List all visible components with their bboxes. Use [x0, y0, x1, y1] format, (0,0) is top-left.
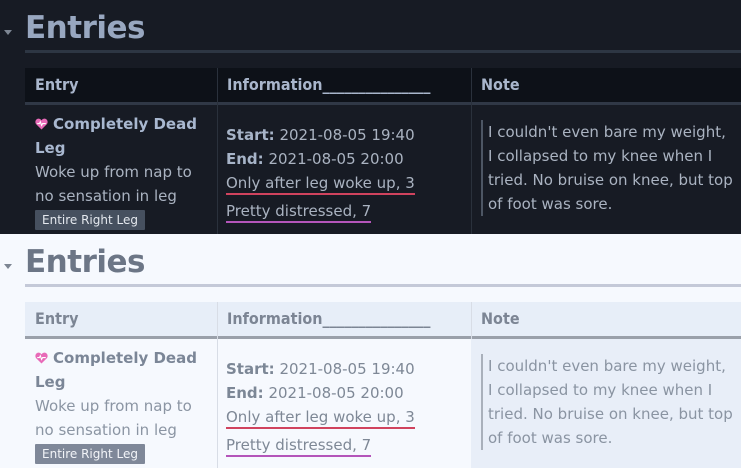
heart-icon [35, 118, 48, 130]
table-row: Completely Dead Leg Woke up from nap to … [25, 339, 741, 468]
start-label: Start: [226, 360, 275, 378]
start-line: Start: 2021-08-05 19:40 [226, 123, 471, 147]
entry-cell: Completely Dead Leg Woke up from nap to … [25, 105, 217, 234]
end-label: End: [226, 384, 264, 402]
entry-cell: Completely Dead Leg Woke up from nap to … [25, 339, 217, 468]
end-value: 2021-08-05 20:00 [268, 384, 404, 402]
table-header: Entry Information_______________ Note [25, 68, 741, 102]
end-value: 2021-08-05 20:00 [268, 150, 404, 168]
distress-link[interactable]: Pretty distressed, 7 [226, 201, 372, 223]
severity-link[interactable]: Only after leg woke up, 3 [226, 407, 415, 429]
column-header-note: Note [481, 75, 520, 94]
note-text: I couldn't even bare my weight, I collap… [481, 120, 733, 216]
entries-table: Entry Information_______________ Note Co… [25, 302, 741, 468]
column-header-information: Information_______________ [227, 75, 431, 94]
location-tag[interactable]: Entire Right Leg [35, 210, 145, 230]
dark-theme-panel: Entries Entry Information_______________… [0, 0, 741, 234]
end-label: End: [226, 150, 264, 168]
column-header-entry: Entry [35, 309, 79, 328]
entry-title-text: Completely Dead Leg [35, 349, 197, 391]
column-header-information: Information_______________ [227, 309, 431, 328]
note-cell: I couldn't even bare my weight, I collap… [471, 339, 741, 468]
note-text: I couldn't even bare my weight, I collap… [481, 354, 733, 450]
heading-divider [25, 284, 741, 287]
collapse-arrow-icon[interactable] [4, 30, 12, 35]
severity-link[interactable]: Only after leg woke up, 3 [226, 173, 415, 195]
entries-heading-row: Entries [0, 0, 741, 56]
end-line: End: 2021-08-05 20:00 [226, 147, 471, 171]
column-header-note: Note [481, 309, 520, 328]
entry-title[interactable]: Completely Dead Leg [35, 346, 210, 394]
distress-link[interactable]: Pretty distressed, 7 [226, 435, 372, 457]
entries-heading: Entries [25, 244, 145, 280]
start-value: 2021-08-05 19:40 [279, 126, 415, 144]
entry-title[interactable]: Completely Dead Leg [35, 112, 210, 160]
end-line: End: 2021-08-05 20:00 [226, 381, 471, 405]
table-row: Completely Dead Leg Woke up from nap to … [25, 105, 741, 234]
table-header: Entry Information_______________ Note [25, 302, 741, 336]
heading-divider [25, 50, 741, 53]
entries-heading-row: Entries [0, 234, 741, 290]
entry-description: Woke up from nap to no sensation in leg [35, 397, 192, 439]
entry-description: Woke up from nap to no sensation in leg [35, 163, 192, 205]
light-theme-panel: Entries Entry Information_______________… [0, 234, 741, 468]
start-label: Start: [226, 126, 275, 144]
entries-table: Entry Information_______________ Note Co… [25, 68, 741, 234]
column-header-entry: Entry [35, 75, 79, 94]
start-line: Start: 2021-08-05 19:40 [226, 357, 471, 381]
entries-heading: Entries [25, 10, 145, 46]
heart-icon [35, 352, 48, 364]
entry-title-text: Completely Dead Leg [35, 115, 197, 157]
collapse-arrow-icon[interactable] [4, 264, 12, 269]
location-tag[interactable]: Entire Right Leg [35, 444, 145, 464]
note-cell: I couldn't even bare my weight, I collap… [471, 105, 741, 234]
information-cell: Start: 2021-08-05 19:40 End: 2021-08-05 … [217, 339, 471, 468]
information-cell: Start: 2021-08-05 19:40 End: 2021-08-05 … [217, 105, 471, 234]
start-value: 2021-08-05 19:40 [279, 360, 415, 378]
